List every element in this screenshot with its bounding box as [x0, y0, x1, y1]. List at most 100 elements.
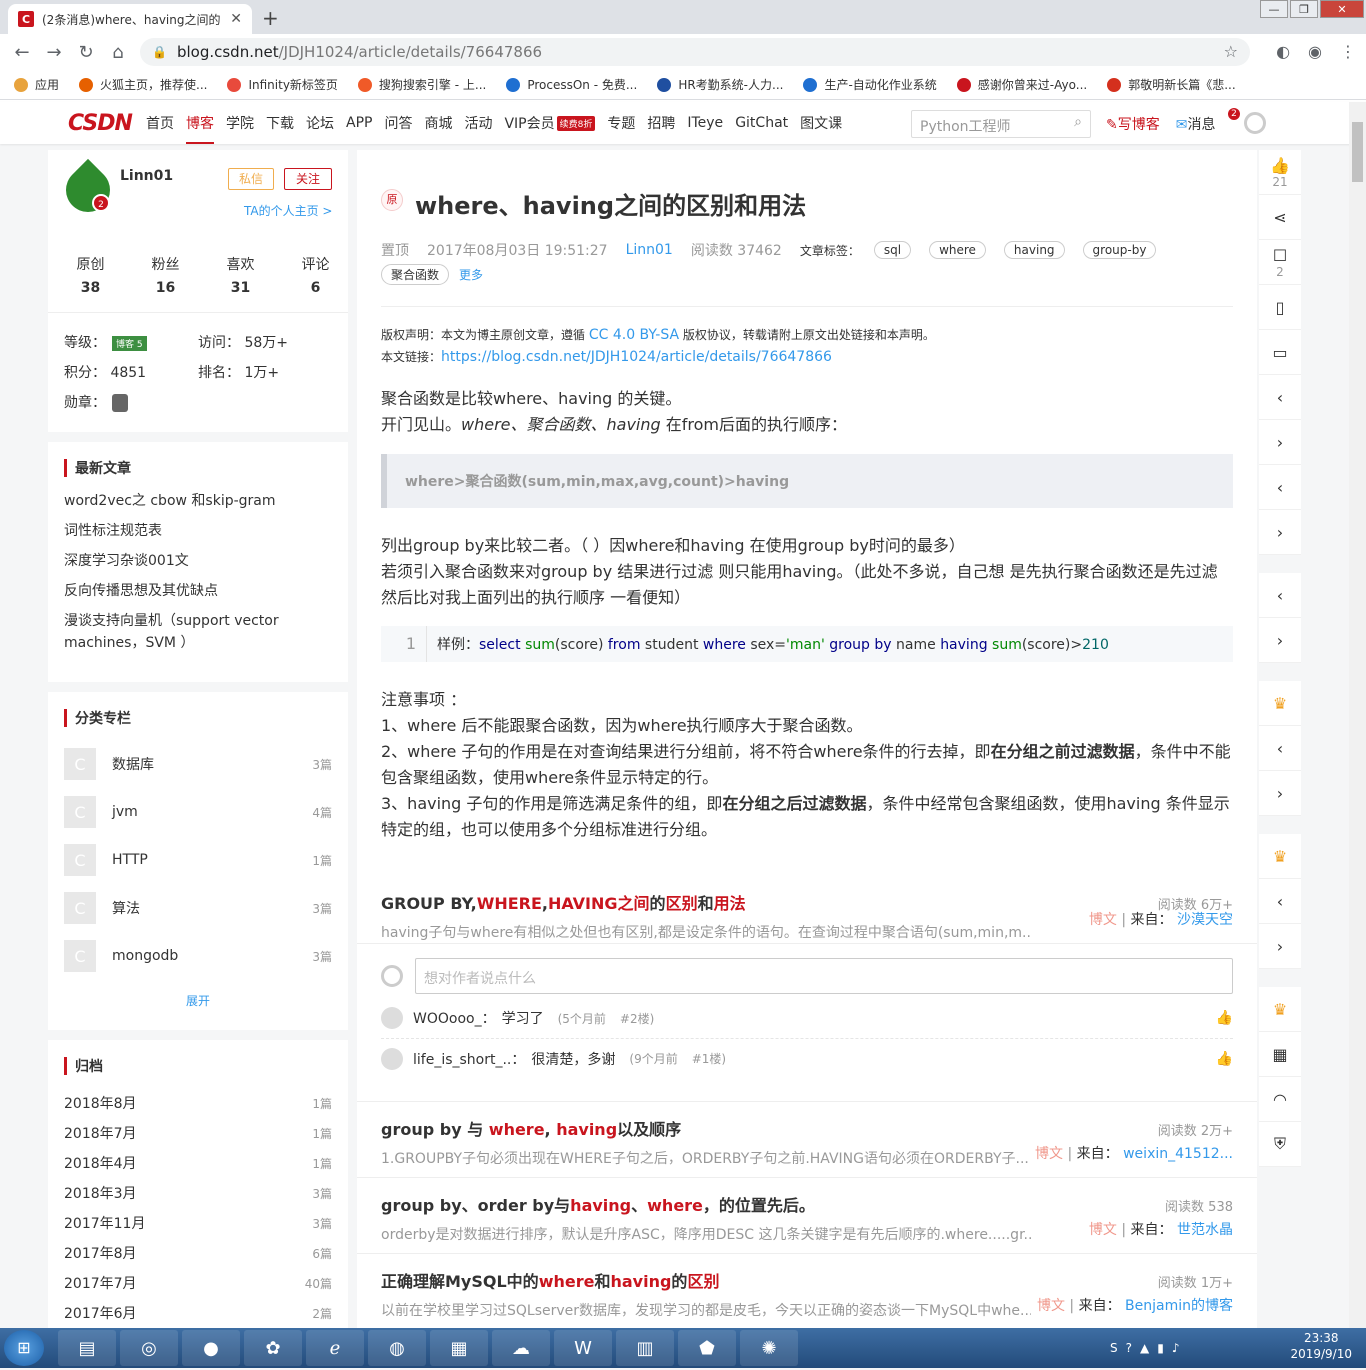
- archive-row[interactable]: 2018年7月 1篇: [48, 1118, 348, 1148]
- calculator-icon[interactable]: ▦: [430, 1330, 488, 1366]
- recommended-article[interactable]: 正确理解MySQL中的where和having的区别 阅读数 1万+ 以前在学校里学…: [357, 1254, 1257, 1330]
- tag-pill[interactable]: group-by: [1082, 241, 1157, 259]
- ie-icon[interactable]: ℯ: [306, 1330, 364, 1366]
- page-scrollbar[interactable]: [1349, 102, 1366, 1328]
- prev-button[interactable]: ‹: [1259, 879, 1301, 924]
- wps-icon[interactable]: W: [554, 1330, 612, 1366]
- archive-row[interactable]: 2018年3月 3篇: [48, 1178, 348, 1208]
- recent-article-link[interactable]: 反向传播思想及其优缺点: [48, 580, 348, 602]
- messages-button[interactable]: ✉消息: [1176, 114, 1216, 134]
- scrollbar-thumb[interactable]: [1352, 122, 1363, 182]
- crown-button[interactable]: ♛: [1259, 681, 1301, 726]
- prev-button[interactable]: ‹: [1259, 465, 1301, 510]
- reload-icon[interactable]: ↻: [70, 42, 102, 63]
- tag-pill[interactable]: 聚合函数: [381, 264, 450, 285]
- forward-icon[interactable]: →: [38, 42, 70, 63]
- profile-icon[interactable]: ◉: [1308, 42, 1322, 61]
- prev-button[interactable]: ‹: [1259, 726, 1301, 771]
- paint-icon[interactable]: ✺: [740, 1330, 798, 1366]
- archive-row[interactable]: 2017年11月 3篇: [48, 1208, 348, 1238]
- extension-icon[interactable]: ◐: [1276, 42, 1290, 61]
- qrcode-button[interactable]: ▦: [1259, 1032, 1301, 1077]
- bookmark-item[interactable]: 生产-自动化作业系统: [803, 76, 937, 93]
- minimize-icon[interactable]: —: [1260, 0, 1288, 18]
- bookmark-item[interactable]: 感谢你曾来过-Ayo...: [956, 76, 1087, 93]
- rec-source-link[interactable]: weixin_41512...: [1123, 1146, 1233, 1162]
- csdn-logo[interactable]: CSDN: [68, 111, 133, 136]
- category-row[interactable]: C 数据库 3篇: [48, 740, 348, 788]
- like-button[interactable]: 👍 21: [1259, 150, 1301, 195]
- search-icon[interactable]: ⌕: [1074, 114, 1082, 130]
- tag-pill[interactable]: having: [1003, 241, 1065, 259]
- permalink[interactable]: https://blog.csdn.net/JDJH1024/article/d…: [441, 349, 832, 365]
- bookmark-button[interactable]: ▯: [1259, 285, 1301, 330]
- more-tags-link[interactable]: 更多: [459, 266, 483, 283]
- bookmark-item[interactable]: Infinity新标签页: [227, 76, 338, 93]
- category-row[interactable]: Cjvm 4篇: [48, 788, 348, 836]
- bookmark-item[interactable]: 应用: [14, 76, 59, 93]
- recent-article-link[interactable]: 词性标注规范表: [48, 520, 348, 542]
- app-icon[interactable]: ✿: [244, 1330, 302, 1366]
- nav-item[interactable]: ITeye: [687, 102, 723, 144]
- write-blog-button[interactable]: ✎写博客: [1106, 114, 1160, 134]
- commenter-name[interactable]: life_is_short_..：: [413, 1049, 525, 1069]
- back-icon[interactable]: ←: [6, 42, 38, 63]
- menu-icon[interactable]: ⋮: [1340, 42, 1356, 61]
- archive-row[interactable]: 2017年8月 6篇: [48, 1238, 348, 1268]
- prev-button[interactable]: ‹: [1259, 573, 1301, 618]
- share-button[interactable]: ⋖: [1259, 195, 1301, 240]
- crown-button[interactable]: ♛: [1259, 834, 1301, 879]
- browser-tab-active[interactable]: C (2条消息)where、having之间的 ✕: [8, 4, 252, 34]
- private-message-button[interactable]: 私信: [228, 168, 274, 190]
- new-tab-icon[interactable]: +: [262, 6, 279, 30]
- recent-article-link[interactable]: word2vec之 cbow 和skip-gram: [48, 490, 348, 512]
- explorer-icon[interactable]: ▤: [58, 1330, 116, 1366]
- nav-item[interactable]: 商城: [424, 102, 452, 144]
- bookmark-item[interactable]: ProcessOn - 免费...: [506, 76, 637, 93]
- recent-article-link[interactable]: 深度学习杂谈001文: [48, 550, 348, 572]
- comment-button[interactable]: ☐ 2: [1259, 240, 1301, 285]
- next-button[interactable]: ›: [1259, 510, 1301, 555]
- archive-row[interactable]: 2018年4月 1篇: [48, 1148, 348, 1178]
- home-icon[interactable]: ⌂: [102, 42, 134, 63]
- author-name[interactable]: Linn01: [120, 168, 173, 184]
- next-button[interactable]: ›: [1259, 618, 1301, 663]
- tag-pill[interactable]: where: [929, 241, 986, 259]
- category-row[interactable]: C HTTP 1篇: [48, 836, 348, 884]
- nav-item[interactable]: 学院: [226, 102, 254, 144]
- next-button[interactable]: ›: [1259, 771, 1301, 816]
- tray-icon[interactable]: ▲: [1140, 1341, 1149, 1355]
- nav-item[interactable]: GitChat: [735, 102, 788, 144]
- eclipse-icon[interactable]: ◍: [368, 1330, 426, 1366]
- address-bar[interactable]: 🔒 blog.csdn.net/JDJH1024/article/details…: [140, 38, 1250, 66]
- recommended-article[interactable]: group by、order by与having、where，的位置先后。 阅读数…: [357, 1178, 1257, 1254]
- bookmark-item[interactable]: 郭敬明新长篇《悲...: [1107, 76, 1236, 93]
- nav-item[interactable]: 首页: [146, 102, 174, 144]
- nav-item[interactable]: 活动: [464, 102, 492, 144]
- bookmark-star-icon[interactable]: ☆: [1224, 42, 1238, 61]
- bookmark-item[interactable]: 火狐主页，推荐使...: [79, 76, 207, 93]
- window-close-icon[interactable]: ✕: [1320, 0, 1364, 18]
- tag-pill[interactable]: sql: [873, 241, 912, 259]
- commenter-avatar[interactable]: [381, 1047, 403, 1070]
- nav-item[interactable]: APP: [346, 102, 372, 144]
- clock[interactable]: 23:38 2019/9/10: [1290, 1330, 1352, 1362]
- maximize-icon[interactable]: ❐: [1290, 0, 1318, 18]
- recommended-article[interactable]: group by 与 where, having以及顺序 阅读数 2万+ 1.GRO…: [357, 1102, 1257, 1178]
- medal-icon[interactable]: [112, 394, 128, 412]
- commenter-avatar[interactable]: [381, 1007, 403, 1029]
- category-row[interactable]: Cmongodb 3篇: [48, 932, 348, 980]
- volume-icon[interactable]: ♪: [1172, 1341, 1180, 1355]
- crown-button[interactable]: ♛: [1259, 987, 1301, 1032]
- bookmark-item[interactable]: HR考勤系统-人力...: [657, 76, 783, 93]
- follow-button[interactable]: 关注: [284, 168, 332, 190]
- network-icon[interactable]: ▮: [1157, 1341, 1164, 1355]
- thumbs-up-icon[interactable]: 👍: [1216, 1051, 1233, 1067]
- help-icon[interactable]: ?: [1126, 1341, 1132, 1355]
- nav-item[interactable]: 图文课: [800, 102, 842, 144]
- user-avatar[interactable]: [1244, 112, 1266, 134]
- prev-button[interactable]: ‹: [1259, 375, 1301, 420]
- start-button[interactable]: ⊞: [4, 1330, 44, 1366]
- nav-item[interactable]: VIP会员 续费8折: [504, 102, 596, 144]
- firefox-icon[interactable]: ●: [182, 1330, 240, 1366]
